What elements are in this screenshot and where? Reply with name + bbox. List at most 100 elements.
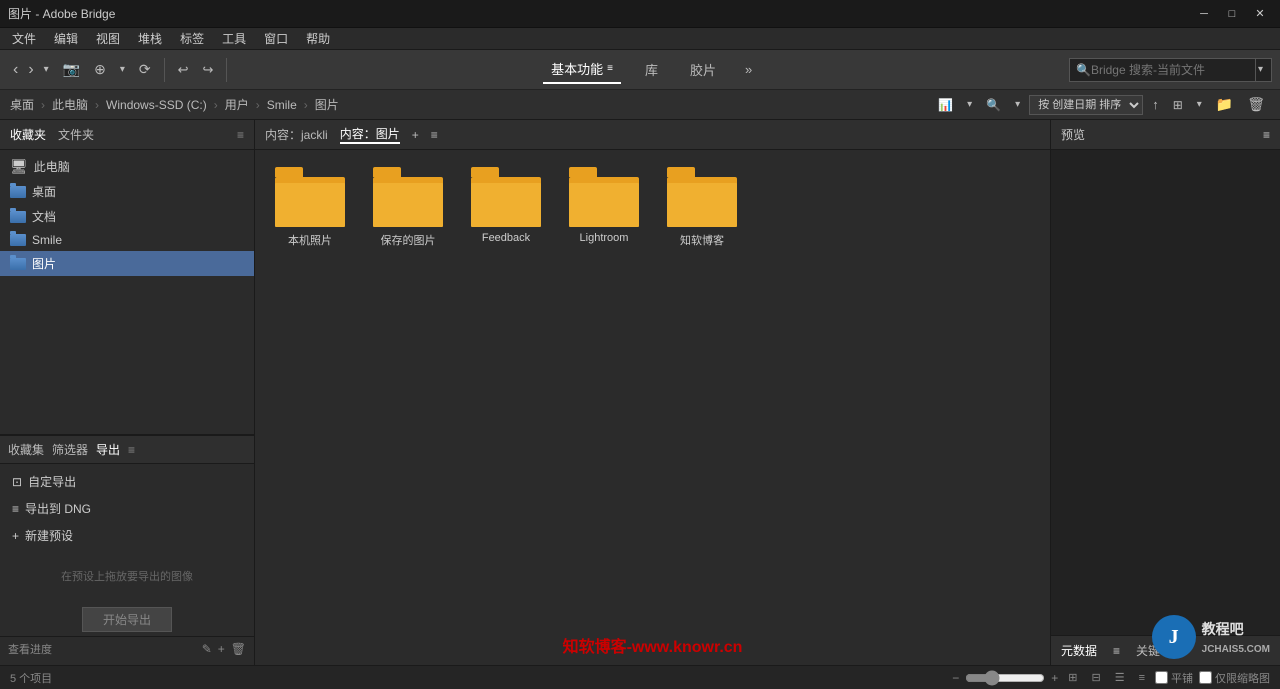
quality-icon[interactable]: 📊 [933, 91, 958, 119]
path-sep-3: › [214, 98, 218, 112]
folder-item-2[interactable]: Feedback [461, 160, 551, 255]
tab-export[interactable]: 导出 [96, 441, 120, 458]
sidebar-item-computer[interactable]: 🖥 此电脑 [0, 154, 254, 179]
flatten-check[interactable]: 平铺 [1155, 670, 1193, 686]
tab-folders[interactable]: 文件夹 [58, 126, 94, 143]
export-item-dng[interactable]: ≡ 导出到 DNG [0, 495, 254, 522]
search-dropdown[interactable]: ▾ [1255, 59, 1265, 81]
path-desktop[interactable]: 桌面 [10, 96, 34, 113]
folder-label-3: Lightroom [580, 232, 629, 244]
export-item-new-preset[interactable]: + 新建预设 [0, 522, 254, 549]
undo-button[interactable]: ↩ [173, 56, 194, 84]
back-button[interactable]: ‹ [8, 56, 23, 84]
menu-window[interactable]: 窗口 [256, 28, 296, 49]
content-add-tab[interactable]: + [412, 128, 419, 142]
forward-button[interactable]: › [23, 56, 38, 84]
path-smile[interactable]: Smile [267, 98, 297, 112]
new-folder-button[interactable]: 📁 [1211, 91, 1238, 119]
delete-progress-icon[interactable]: 🗑 [231, 642, 246, 656]
filter-icon[interactable]: 🔍 [981, 91, 1006, 119]
sort-asc-button[interactable]: ↑ [1147, 91, 1164, 119]
path-computer[interactable]: 此电脑 [52, 96, 88, 113]
refine-dropdown[interactable]: ▾ [115, 56, 130, 84]
close-button[interactable]: ✕ [1248, 6, 1272, 22]
view-grid-button[interactable]: ⊞ [1064, 669, 1081, 686]
tab-film[interactable]: 胶片 [682, 56, 724, 83]
maximize-button[interactable]: □ [1220, 6, 1244, 22]
folder-icon-smile [10, 234, 26, 246]
sidebar-item-documents[interactable]: 文档 [0, 204, 254, 229]
more-workspaces[interactable]: » [740, 56, 757, 84]
folder-item-4[interactable]: 知软博客 [657, 160, 747, 255]
content-menu[interactable]: ≡ [431, 128, 438, 142]
sort-dropdown[interactable]: 按 创建日期 排序 按 修改日期 排序按 文件名 排序按 文件大小 排序 [1029, 95, 1143, 115]
progress-label: 查看进度 [8, 641, 52, 657]
path-users[interactable]: 用户 [225, 96, 249, 113]
redo-button[interactable]: ↪ [198, 56, 219, 84]
sidebar-item-pictures[interactable]: 图片 [0, 251, 254, 276]
menu-help[interactable]: 帮助 [298, 28, 338, 49]
path-drive[interactable]: Windows-SSD (C:) [106, 98, 207, 112]
tab-favorites[interactable]: 收藏夹 [10, 126, 46, 143]
path-pictures[interactable]: 图片 [315, 96, 339, 113]
menu-file[interactable]: 文件 [4, 28, 44, 49]
view-dropdown[interactable]: ▾ [1192, 91, 1207, 119]
refine-button[interactable]: ⊕ [89, 56, 111, 84]
add-progress-icon[interactable]: + [218, 642, 225, 656]
tab-basic-menu[interactable]: ≡ [607, 63, 613, 74]
search-icon[interactable]: 🔍 [1076, 63, 1091, 77]
export-menu-icon[interactable]: ≡ [128, 443, 135, 457]
start-export-button[interactable]: 开始导出 [82, 607, 172, 632]
thumbnail-only-check[interactable]: 仅限缩略图 [1199, 670, 1270, 686]
folder-item-1[interactable]: 保存的图片 [363, 160, 453, 255]
view-options[interactable]: ⊞ [1168, 91, 1188, 119]
content-tab-pictures[interactable]: 内容：图片 [340, 125, 400, 144]
nav-dropdown[interactable]: ▾ [39, 56, 54, 84]
quality-dropdown[interactable]: ▾ [962, 91, 977, 119]
view-grid2-button[interactable]: ⊟ [1087, 669, 1104, 686]
thumbnail-only-checkbox[interactable] [1199, 671, 1212, 684]
menu-view[interactable]: 视图 [88, 28, 128, 49]
edit-progress-icon[interactable]: ✎ [202, 642, 212, 656]
camera-button[interactable]: 📷 [58, 56, 85, 84]
sidebar-item-desktop[interactable]: 桌面 [0, 179, 254, 204]
workspace-tabs: 基本功能 ≡ 库 胶片 » [235, 55, 1065, 84]
folder-icon-big-2 [471, 167, 541, 227]
folder-item-3[interactable]: Lightroom [559, 160, 649, 255]
zoom-minus-button[interactable]: − [952, 671, 959, 685]
tab-metadata[interactable]: 元数据 [1061, 642, 1097, 659]
tab-library[interactable]: 库 [637, 56, 666, 83]
menu-label[interactable]: 标签 [172, 28, 212, 49]
preview-label: 预览 [1061, 126, 1085, 143]
preview-menu-icon[interactable]: ≡ [1263, 128, 1270, 142]
sidebar-item-label-documents: 文档 [32, 208, 56, 225]
new-preset-icon: + [12, 529, 19, 543]
metadata-menu-icon[interactable]: ≡ [1113, 644, 1120, 658]
zoom-plus-button[interactable]: + [1051, 671, 1058, 685]
search-input[interactable] [1091, 63, 1251, 77]
menu-edit[interactable]: 编辑 [46, 28, 86, 49]
filter-dropdown[interactable]: ▾ [1010, 91, 1025, 119]
custom-export-label: 自定导出 [28, 473, 76, 490]
path-sep-1: › [41, 98, 45, 112]
zoom-slider[interactable] [965, 670, 1045, 686]
content-tab-jackli[interactable]: 内容：jackli [265, 126, 328, 143]
refresh-button[interactable]: ⟳ [134, 56, 156, 84]
sidebar-item-smile[interactable]: Smile [0, 229, 254, 251]
sidebar-menu-icon[interactable]: ≡ [237, 128, 244, 142]
view-detail-button[interactable]: ≡ [1135, 670, 1149, 686]
tab-filter[interactable]: 筛选器 [52, 441, 88, 458]
tab-basic[interactable]: 基本功能 ≡ [543, 55, 621, 84]
preview-panel: 预览 ≡ 教程吧JCHAIS5.COM 元数据 ≡ 关键字 [1050, 120, 1280, 665]
minimize-button[interactable]: ─ [1192, 6, 1216, 22]
folder-item-0[interactable]: 本机照片 [265, 160, 355, 255]
tab-collections[interactable]: 收藏集 [8, 441, 44, 458]
export-item-custom[interactable]: ⊡ 自定导出 [0, 468, 254, 495]
menu-stack[interactable]: 堆栈 [130, 28, 170, 49]
computer-icon: 🖥 [10, 158, 28, 175]
dng-export-label: 导出到 DNG [25, 500, 91, 517]
delete-button[interactable]: 🗑 [1242, 91, 1270, 119]
view-list-button[interactable]: ☰ [1111, 669, 1129, 686]
menu-tools[interactable]: 工具 [214, 28, 254, 49]
flatten-checkbox[interactable] [1155, 671, 1168, 684]
